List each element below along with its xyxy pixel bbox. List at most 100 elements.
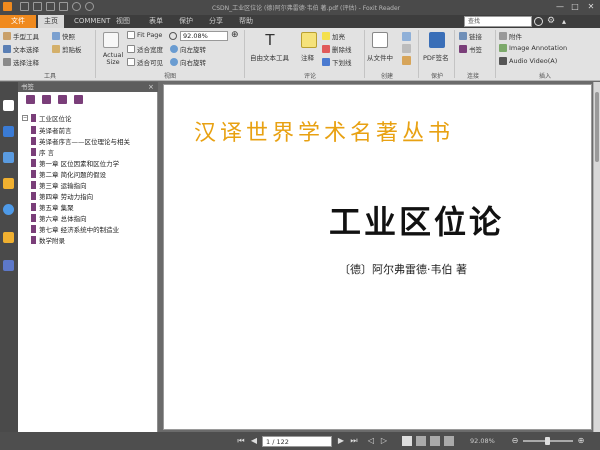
continuous-icon[interactable] [416, 436, 426, 446]
collapse-icon[interactable]: − [22, 115, 28, 121]
delete-bookmark-icon[interactable] [58, 95, 67, 104]
clipboard-create-icon[interactable] [402, 56, 411, 65]
tools-group-label: 工具 [43, 73, 56, 80]
bookmark-item[interactable]: 第三章 运输指向 [31, 180, 87, 190]
create-group-label: 创建 [380, 73, 393, 80]
save-icon[interactable] [33, 2, 42, 11]
bookmark-item[interactable]: 第二章 简化问题的假设 [31, 169, 106, 179]
blank-page-icon[interactable] [402, 32, 411, 41]
expand-bookmark-icon[interactable] [26, 95, 35, 104]
bookmark-flag-icon [31, 214, 36, 222]
minimize-button[interactable]: — [553, 1, 567, 13]
close-button[interactable]: ✕ [584, 1, 598, 13]
new-bookmark-icon[interactable] [42, 95, 51, 104]
bookmark-item[interactable]: 序 言 [31, 147, 54, 157]
page-number-input[interactable]: 1 / 122 [262, 436, 332, 447]
zoom-slider-thumb[interactable] [545, 437, 550, 445]
fit-page-button[interactable]: Fit Page [127, 31, 162, 39]
tab-protect[interactable]: 保护 [173, 15, 199, 28]
bookmark-flag-icon [31, 137, 36, 145]
bookmarks-panel-icon[interactable] [3, 126, 14, 137]
lock-icon[interactable] [3, 232, 14, 243]
zoom-out-icon[interactable]: ⊖ [510, 436, 520, 446]
rotate-right-button[interactable]: 向右旋转 [170, 57, 206, 67]
last-page-icon[interactable]: ⏭ [349, 436, 359, 446]
fit-width-button[interactable]: 适合宽度 [127, 44, 163, 54]
single-page-icon[interactable] [402, 436, 412, 446]
page-thumbnails-icon[interactable] [3, 100, 14, 111]
bookmark-root[interactable]: − 工业区位论 [22, 113, 72, 123]
facing-icon[interactable] [430, 436, 440, 446]
attachment-button[interactable]: 附件 [499, 31, 522, 41]
snapshot-button[interactable]: 快照 [52, 31, 75, 41]
hand-tool-button[interactable]: 手型工具 [3, 31, 39, 41]
strikeout-button[interactable]: 删除线 [322, 44, 352, 54]
tab-view[interactable]: 视图 [110, 15, 136, 28]
pdf-sign-button[interactable]: PDF签名 [423, 52, 449, 62]
scrollbar-thumb[interactable] [595, 92, 599, 162]
tab-share[interactable]: 分享 [203, 15, 229, 28]
bookmark-item[interactable]: 第四章 劳动力指向 [31, 191, 93, 201]
clipboard-button[interactable]: 剪贴板 [52, 44, 82, 54]
signature-icon[interactable] [3, 260, 14, 271]
zoom-combobox[interactable]: 92.08% [180, 31, 228, 41]
from-file-button[interactable]: 从文件中 [367, 52, 393, 62]
redo-icon[interactable] [85, 2, 94, 11]
bookmark-item[interactable]: 英译者前言 [31, 125, 72, 135]
maximize-button[interactable]: □ [568, 1, 582, 13]
tab-help[interactable]: 帮助 [233, 15, 259, 28]
select-text-button[interactable]: 文本选择 [3, 44, 39, 54]
zoom-in-icon[interactable]: ⊕ [576, 436, 586, 446]
fit-page-icon [127, 31, 135, 39]
actual-size-button[interactable]: Actual Size [99, 52, 127, 66]
tab-home[interactable]: 主页 [38, 15, 64, 28]
bookmark-button[interactable]: 书签 [459, 44, 482, 54]
print-icon[interactable] [46, 2, 55, 11]
highlight-button[interactable]: 加亮 [322, 31, 345, 41]
comments-icon[interactable] [3, 178, 14, 189]
previous-view-icon[interactable]: ◁ [366, 436, 376, 446]
search-icon[interactable] [534, 17, 543, 26]
typewriter-button[interactable]: 自由文本工具 [250, 52, 289, 62]
audio-video-button[interactable]: Audio Video(A) [499, 57, 557, 65]
image-annotation-button[interactable]: Image Annotation [499, 44, 567, 52]
next-view-icon[interactable]: ▷ [379, 436, 389, 446]
next-page-icon[interactable]: ▶ [336, 436, 346, 446]
undo-icon[interactable] [72, 2, 81, 11]
open-icon[interactable] [20, 2, 29, 11]
fit-width-icon [127, 45, 135, 53]
bookmark-item[interactable]: 英译者序言——区位理论与相关 [31, 136, 130, 146]
email-icon[interactable] [59, 2, 68, 11]
book-author: 〔德〕阿尔弗雷德·韦伯 著 [339, 263, 467, 276]
bookmark-item[interactable]: 第一章 区位因素和区位力学 [31, 158, 119, 168]
bookmark-flag-icon [31, 203, 36, 211]
bookmark-item[interactable]: 数学附录 [31, 235, 65, 245]
bookmark-flag-icon [31, 225, 36, 233]
link-button[interactable]: 链接 [459, 31, 482, 41]
vertical-scrollbar[interactable] [593, 82, 600, 432]
bookmark-properties-icon[interactable] [74, 95, 83, 104]
attachments-icon[interactable] [3, 204, 14, 215]
rotate-left-button[interactable]: 向左旋转 [170, 44, 206, 54]
minimize-ribbon-icon[interactable]: ▴ [562, 17, 571, 26]
gear-icon[interactable]: ⚙ [547, 17, 556, 26]
document-page[interactable]: 汉译世界学术名著丛书 工业区位论 〔德〕阿尔弗雷德·韦伯 著 [163, 84, 592, 430]
note-button[interactable]: 注释 [301, 52, 314, 62]
first-page-icon[interactable]: ⏮ [236, 436, 246, 446]
bookmark-item[interactable]: 第六章 总体指向 [31, 213, 87, 223]
panel-close-icon[interactable]: × [148, 83, 154, 91]
bookmark-item[interactable]: 第五章 集聚 [31, 202, 74, 212]
select-annotation-button[interactable]: 选择注释 [3, 57, 39, 67]
typewriter-icon: T [265, 31, 275, 49]
fit-visible-button[interactable]: 适合可见 [127, 57, 163, 67]
search-input[interactable]: 查找 [464, 16, 532, 27]
underline-button[interactable]: 下划线 [322, 57, 352, 67]
layers-icon[interactable] [3, 152, 14, 163]
bookmark-item[interactable]: 第七章 经济系统中的制造业 [31, 224, 119, 234]
tab-form[interactable]: 表单 [143, 15, 169, 28]
tab-file[interactable]: 文件 [0, 15, 36, 28]
scanner-icon[interactable] [402, 44, 411, 53]
continuous-facing-icon[interactable] [444, 436, 454, 446]
zoom-in-icon[interactable]: ⊕ [231, 31, 239, 40]
previous-page-icon[interactable]: ◀ [249, 436, 259, 446]
